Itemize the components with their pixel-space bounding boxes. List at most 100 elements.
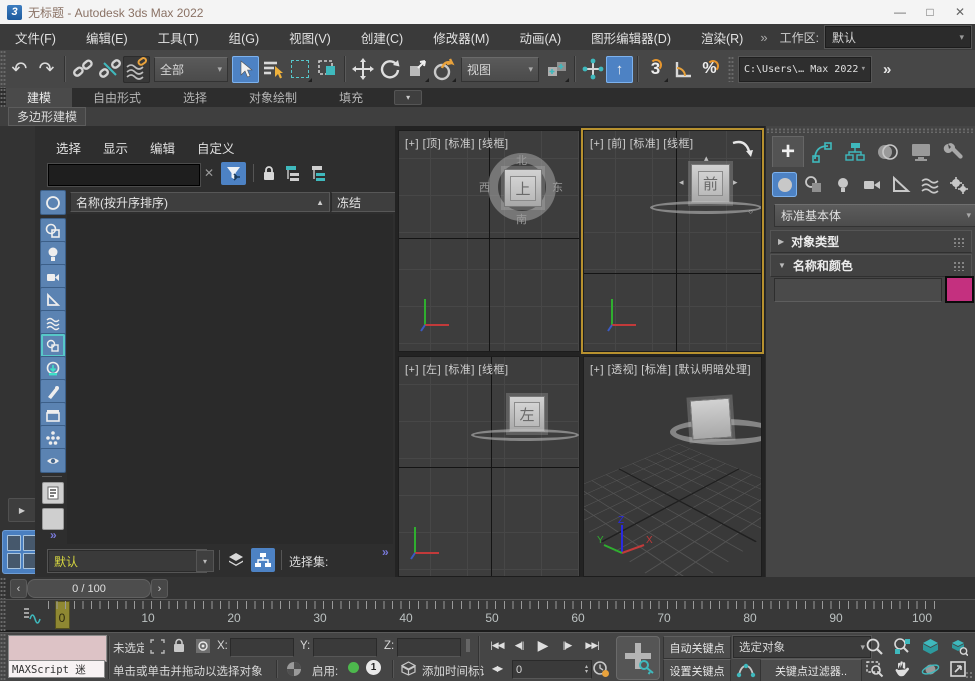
menu-modifiers[interactable]: 修改器(M) <box>418 24 504 50</box>
close-button[interactable]: ✕ <box>945 1 975 23</box>
select-and-place-button[interactable] <box>430 56 457 83</box>
explorer-menu-customize[interactable]: 自定义 <box>186 136 246 158</box>
explorer-menu-select[interactable]: 选择 <box>45 136 92 158</box>
menu-group[interactable]: 组(G) <box>214 24 275 50</box>
adaptive-degradation-icon[interactable] <box>284 659 304 678</box>
viewport-perspective[interactable]: [+] [透视] [标准] [默认明暗处理] Z X Y <box>583 356 762 577</box>
viewport-top[interactable]: [+] [顶] [标准] [线框] 上 北 南 西 东 <box>398 130 580 352</box>
viewcube-front-face[interactable]: 前 <box>691 164 730 203</box>
menu-edit[interactable]: 编辑(E) <box>71 24 143 50</box>
display-lights-toggle[interactable] <box>40 241 66 266</box>
ribbon-tab-populate[interactable]: 填充 <box>318 88 384 107</box>
use-pivot-point-center-button[interactable] <box>543 56 570 83</box>
go-to-end-button[interactable]: ▶▶| <box>582 636 602 655</box>
y-coordinate-field[interactable] <box>313 638 377 657</box>
display-xrefs-toggle[interactable] <box>40 356 66 381</box>
scene-object-list[interactable] <box>67 214 393 544</box>
menu-create[interactable]: 创建(C) <box>346 24 418 50</box>
spinner-down-icon[interactable]: ▾ <box>585 670 588 675</box>
pan-view-icon[interactable] <box>890 659 914 679</box>
polygon-modeling-panel[interactable]: 多边形建模 <box>8 107 86 126</box>
set-key-button[interactable]: 设置关键点 <box>663 659 731 681</box>
percent-snap-toggle[interactable]: % <box>696 56 723 83</box>
zoom-extents-icon[interactable] <box>918 636 942 656</box>
expand-panel-button[interactable]: ▶ <box>8 498 36 522</box>
ribbon-tab-modeling[interactable]: 建模 <box>6 88 72 107</box>
minimize-button[interactable]: — <box>885 1 915 23</box>
compass-west-label[interactable]: 西 <box>479 179 490 195</box>
angle-snap-toggle[interactable] <box>669 56 696 83</box>
absolute-transform-type-in-icon[interactable] <box>194 637 212 654</box>
set-keys-button[interactable] <box>616 636 660 680</box>
viewcube-arrow-up-icon[interactable]: ▴ <box>704 153 709 164</box>
project-folder-dropdown[interactable]: C:\Users\… Max 2022 ▾ <box>739 57 871 82</box>
workspace-dropdown[interactable]: 默认 ▾ <box>825 26 971 48</box>
redo-button[interactable]: ↷ <box>33 56 60 83</box>
name-column-header[interactable]: 名称(按升序排序) ▲ <box>70 192 330 212</box>
collapse-hierarchy-icon[interactable] <box>309 163 329 183</box>
maximize-button[interactable]: □ <box>915 1 945 23</box>
display-space-warps-toggle[interactable] <box>40 310 66 335</box>
next-frame-button[interactable]: ||▶ <box>558 636 576 655</box>
degradation-level-badge[interactable]: 1 <box>366 660 381 675</box>
object-color-swatch[interactable] <box>945 276 974 303</box>
toolbar-grip[interactable] <box>728 56 734 82</box>
select-and-link-icon[interactable] <box>69 56 96 83</box>
previous-frame-button[interactable]: ◀|| <box>510 636 528 655</box>
zoom-icon[interactable] <box>862 636 886 656</box>
isolate-selection-icon[interactable] <box>398 659 418 678</box>
display-shapes-toggle[interactable] <box>40 218 66 243</box>
utilities-tab[interactable] <box>939 137 969 167</box>
add-time-tag[interactable]: 添加时间标记 <box>422 663 484 679</box>
display-containers-toggle[interactable] <box>40 402 66 427</box>
display-bones-toggle[interactable] <box>40 379 66 404</box>
menu-file[interactable]: 文件(F) <box>0 24 71 50</box>
object-category-dropdown[interactable]: 标准基本体 ▾ <box>774 204 975 227</box>
key-selection-dropdown[interactable]: 选定对象 ▾ <box>733 636 871 658</box>
select-object-button[interactable] <box>232 56 259 83</box>
hierarchy-tab[interactable] <box>840 137 870 167</box>
preset-dropdown-arrow[interactable]: ▾ <box>196 550 214 572</box>
display-helpers-toggle[interactable] <box>40 287 66 312</box>
z-coordinate-field[interactable] <box>397 638 461 657</box>
rollout-grip[interactable] <box>953 237 965 247</box>
mini-curve-editor-icon[interactable] <box>20 604 44 626</box>
viewport-left[interactable]: [+] [左] [标准] [线框] 左 <box>398 356 580 577</box>
viewport-perspective-label[interactable]: [+] [透视] [标准] [默认明暗处理] <box>590 361 751 377</box>
unlink-selection-icon[interactable] <box>96 56 123 83</box>
object-name-input[interactable] <box>774 278 942 302</box>
viewcube-orbit-ring[interactable] <box>650 201 762 214</box>
x-coordinate-field[interactable] <box>230 638 294 657</box>
viewport-front-label[interactable]: [+] [前] [标准] [线框] <box>590 135 694 151</box>
display-all-toggle[interactable] <box>40 333 66 358</box>
toolbar-overflow-icon[interactable]: » <box>883 61 891 78</box>
time-configuration-icon[interactable] <box>590 659 612 678</box>
rollout-grip[interactable] <box>953 261 965 271</box>
time-ruler[interactable]: 0 10 20 30 40 50 60 70 80 90 100 <box>0 599 975 632</box>
keyboard-shortcut-override-toggle[interactable]: ↑ <box>606 56 633 83</box>
viewport-front[interactable]: [+] [前] [标准] [线框] ▴ ◂ ▸ 前 ○ <box>583 130 762 352</box>
zoom-all-icon[interactable] <box>890 636 914 656</box>
go-to-start-button[interactable]: |◀◀ <box>487 636 507 655</box>
viewport-top-label[interactable]: [+] [顶] [标准] [线框] <box>405 135 509 151</box>
frozen-column-header[interactable]: 冻结 <box>331 192 399 212</box>
expand-hierarchy-icon[interactable] <box>283 163 303 183</box>
zoom-extents-all-icon[interactable] <box>946 636 970 656</box>
compass-south-label[interactable]: 南 <box>516 211 527 227</box>
compass-east-label[interactable]: 东 <box>552 179 563 195</box>
selection-filter-dropdown[interactable]: 全部 ▾ <box>154 57 228 82</box>
explorer-overflow-right-icon[interactable]: » <box>382 545 388 559</box>
explorer-overflow-left-icon[interactable]: » <box>50 528 56 542</box>
explorer-preset-dropdown[interactable]: 默认 <box>48 550 206 572</box>
viewcube[interactable] <box>690 398 733 441</box>
frame-range-indicator[interactable]: 0 / 100 <box>27 579 151 598</box>
resize-grip[interactable] <box>965 671 973 679</box>
object-type-rollout[interactable]: ▶ 对象类型 <box>770 230 972 253</box>
rectangular-selection-region-button[interactable] <box>286 56 313 83</box>
previous-frame-button[interactable]: ‹ <box>10 579 27 598</box>
ribbon-minimize-dropdown[interactable]: ▾ <box>394 90 422 105</box>
motion-tab[interactable] <box>873 137 903 167</box>
key-mode-toggle[interactable]: ◀▶ <box>489 659 505 678</box>
panel-grip[interactable] <box>766 128 975 133</box>
lights-category-button[interactable] <box>830 172 855 197</box>
